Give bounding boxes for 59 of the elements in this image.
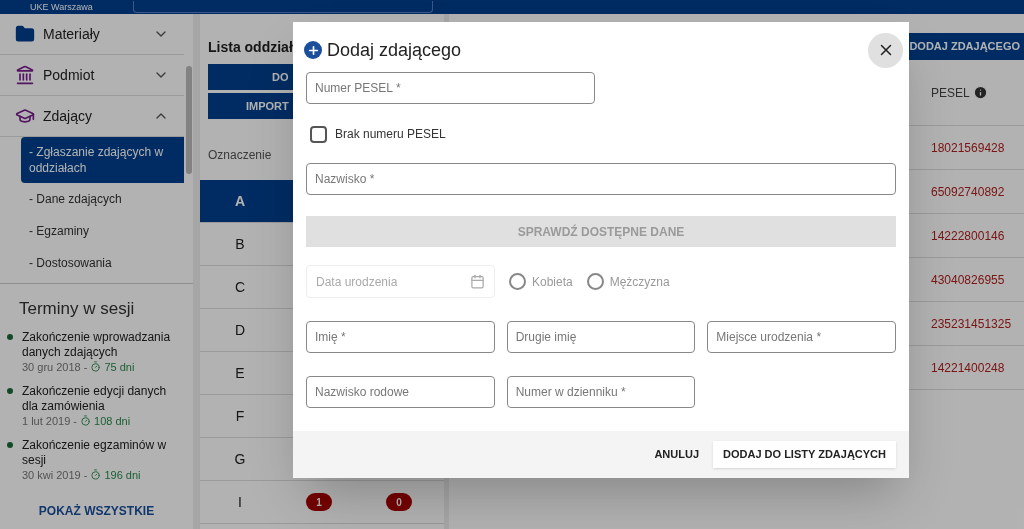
table-cell-text: D xyxy=(233,320,247,340)
text-field[interactable]: Miejsce urodzenia * xyxy=(707,321,896,353)
pesel-cell-text: 65092740892 xyxy=(931,183,1005,201)
pesel-cell-text: 235231451325 xyxy=(931,315,1012,333)
graduation-cap-icon xyxy=(15,106,35,126)
dialog-title: Dodaj zdającego xyxy=(327,38,463,62)
table-cell-text: I xyxy=(237,492,243,512)
deadline-date: 1 lut 2019 - xyxy=(22,413,78,428)
text-field[interactable]: Nazwisko * xyxy=(306,163,896,195)
deadline-name: Zakończenie egzaminów w sesji xyxy=(22,437,168,468)
no-pesel-checkbox[interactable]: Brak numeru PESEL xyxy=(310,122,446,146)
days-remaining: 196 dni xyxy=(104,467,141,482)
checkbox[interactable] xyxy=(310,125,327,143)
organization-name: UKE Warszawa xyxy=(30,2,93,12)
timer-icon xyxy=(90,361,102,372)
info-icon xyxy=(972,85,988,100)
sidebar-item[interactable]: Materiały xyxy=(0,14,184,55)
show-all-link[interactable]: POKAŻ WSZYSTKIE xyxy=(38,501,155,520)
sidebar-item[interactable]: Podmiot xyxy=(0,55,184,96)
count-badge: 1 xyxy=(306,493,332,511)
pesel-cell-text: 18021569428 xyxy=(931,139,1005,157)
folder-icon xyxy=(15,24,35,44)
deadline-name: Zakończenie wprowadzania danych zdających xyxy=(22,329,172,360)
deadline-date: 30 kwi 2019 - xyxy=(22,467,88,482)
bank-icon xyxy=(15,65,35,85)
deadline-name: Zakończenie edycji danych dla zamówienia xyxy=(22,383,168,414)
sidebar-subitem[interactable]: - Dostosowania xyxy=(21,247,184,279)
table-cell-text: C xyxy=(233,277,247,297)
column-header: PESEL xyxy=(931,84,970,102)
count-badge: 0 xyxy=(386,493,412,511)
table-cell-text: E xyxy=(234,363,246,383)
calendar-icon xyxy=(470,274,485,289)
close-button[interactable] xyxy=(868,32,903,68)
pesel-cell-text: 43040826955 xyxy=(931,271,1005,289)
panel-title: Lista oddział xyxy=(208,38,293,57)
deadline-date: 30 gru 2018 - xyxy=(22,359,88,374)
pesel-cell-text: 14221400248 xyxy=(931,359,1005,377)
text-field[interactable]: Drugie imię xyxy=(506,321,696,353)
text-field[interactable]: Numer w dzienniku * xyxy=(506,376,696,408)
text-field[interactable]: Numer PESEL * xyxy=(306,72,595,104)
text-field[interactable]: Nazwisko rodowe xyxy=(306,376,495,408)
table-row[interactable]: I 1 0 xyxy=(200,481,444,524)
sidebar-subitem[interactable]: - Dane zdających xyxy=(21,183,184,215)
pesel-cell-text: 14222800146 xyxy=(931,227,1005,245)
cancel-button[interactable]: ANULUJ xyxy=(654,446,699,463)
timer-icon xyxy=(90,469,102,480)
table-cell-text: B xyxy=(234,234,246,254)
submit-button[interactable]: DODAJ DO LISTY ZDAJĄCYCH xyxy=(713,441,896,468)
sidebar-subitem[interactable]: - Egzaminy xyxy=(21,215,184,247)
table-cell-text: F xyxy=(234,406,246,426)
table-cell-text: G xyxy=(233,449,247,469)
sidebar-subitem[interactable]: - Zgłaszanie zdających w oddziałach xyxy=(21,137,184,183)
section-title: Terminy w sesji xyxy=(19,298,136,320)
table-cell-text: A xyxy=(233,191,247,211)
days-remaining: 75 dni xyxy=(104,359,135,374)
timer-icon xyxy=(80,415,92,426)
days-remaining: 108 dni xyxy=(94,413,131,428)
text-field[interactable]: Imię * xyxy=(306,321,495,353)
column-header: Oznaczenie xyxy=(208,147,272,164)
